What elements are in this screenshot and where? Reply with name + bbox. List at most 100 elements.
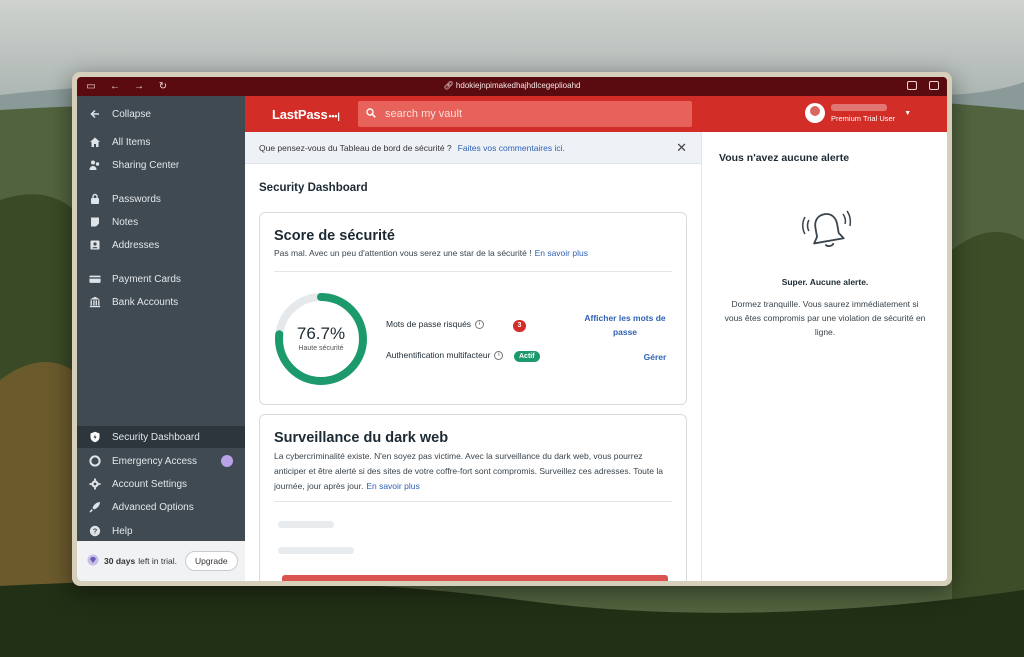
sidebar-item-label: Emergency Access [112, 455, 198, 467]
sidebar-item-label: Payment Cards [112, 273, 181, 285]
note-icon [89, 216, 101, 228]
sidebar-item-account-settings[interactable]: Account Settings [77, 473, 245, 495]
sidebar-item-addresses[interactable]: Addresses [77, 234, 245, 256]
mfa-status-badge: Actif [514, 351, 540, 362]
alerts-panel: Vous n'avez aucune alerte Super. Aucune … [701, 132, 947, 581]
feedback-banner: Que pensez-vous du Tableau de bord de sé… [245, 132, 701, 164]
sidebar-item-help[interactable]: ? Help [77, 520, 245, 542]
collapse-button[interactable]: Collapse [77, 103, 245, 125]
sidebar-item-bank-accounts[interactable]: Bank Accounts [77, 291, 245, 313]
metric-risky-passwords: Mots de passe risqués i [386, 319, 485, 329]
sidebar-item-label: Advanced Options [112, 501, 194, 513]
sidebar-item-advanced-options[interactable]: Advanced Options [77, 496, 245, 518]
browser-titlebar: ▭ ← → ↻ 🔗︎ hdokiejnpimakedhajhdlcegeplio… [77, 77, 947, 96]
search-input[interactable]: search my vault [358, 101, 692, 127]
divider [274, 271, 672, 272]
card-description: Pas mal. Avec un peu d'attention vous se… [274, 246, 588, 261]
user-email-redacted [831, 103, 887, 111]
user-plan: Premium Trial User [831, 113, 896, 123]
divider [274, 501, 672, 502]
sidebar-item-label: Security Dashboard [112, 431, 200, 443]
sidebar-item-label: All Items [112, 136, 151, 148]
arrow-left-icon [89, 108, 101, 120]
lifebuoy-icon [89, 455, 101, 467]
trial-bar: 30 days left in trial. Upgrade [77, 541, 245, 581]
info-icon[interactable]: i [475, 319, 485, 329]
shield-icon [89, 431, 101, 443]
learn-more-link[interactable]: En savoir plus [366, 481, 419, 491]
rocket-icon [89, 501, 101, 513]
sidebar-item-all-items[interactable]: All Items [77, 131, 245, 153]
card-description: La cybercriminalité existe. N'en soyez p… [274, 449, 674, 494]
reader-icon[interactable] [907, 81, 917, 90]
show-passwords-link[interactable]: Afficher les mots de passe [580, 311, 670, 339]
url-text: hdokiejnpimakedhajhdlcegeplioahd [455, 81, 581, 90]
sidebar-item-label: Addresses [112, 239, 160, 251]
app-header: LastPass•••| search my vault Premium Tri… [245, 96, 947, 132]
svg-text:?: ? [93, 527, 98, 536]
sidebar-item-sharing-center[interactable]: Sharing Center [77, 154, 245, 176]
sidebar-item-security-dashboard[interactable]: Security Dashboard [77, 426, 245, 448]
bell-icon [802, 210, 852, 247]
alerts-title: Vous n'avez aucune alerte [719, 152, 850, 164]
metric-mfa: Authentification multifacteur i [386, 350, 504, 360]
card-title: Surveillance du dark web [274, 430, 449, 446]
trial-days: 30 days [104, 556, 136, 566]
sidebar-item-label: Sharing Center [112, 159, 180, 171]
card-title: Score de sécurité [274, 228, 395, 244]
main-content: Que pensez-vous du Tableau de bord de sé… [245, 132, 701, 581]
logo-text: LastPass [272, 107, 328, 122]
address-icon [89, 239, 101, 251]
sharing-icon [89, 159, 101, 171]
search-placeholder: search my vault [385, 108, 463, 120]
alerts-text: Dormez tranquille. Vous saurez immédiate… [724, 299, 926, 337]
risky-count-badge: 3 [513, 320, 526, 332]
metric-label: Authentification multifacteur [386, 350, 491, 360]
monitored-email-redacted [278, 547, 354, 554]
lastpass-logo[interactable]: LastPass•••| [272, 107, 340, 122]
desc-text: Pas mal. Avec un peu d'attention vous se… [274, 248, 532, 258]
feedback-link[interactable]: Faites vos commentaires ici. [458, 143, 565, 153]
page-title: Security Dashboard [259, 182, 368, 194]
score-value: 76.7% [296, 324, 346, 343]
lock-icon [89, 193, 101, 205]
manage-mfa-link[interactable]: Gérer [640, 350, 670, 364]
home-icon [89, 136, 101, 148]
trial-suffix: left in trial. [138, 556, 177, 566]
desc-text: La cybercriminalité existe. N'en soyez p… [274, 451, 663, 491]
chevron-down-icon: ▼ [904, 109, 912, 117]
link-icon: 🔗︎ [443, 81, 456, 90]
collapse-label: Collapse [112, 108, 151, 120]
info-icon[interactable]: i [494, 350, 504, 360]
sidebar-item-payment-cards[interactable]: Payment Cards [77, 268, 245, 290]
sidebar-item-emergency-access[interactable]: Emergency Access [77, 450, 245, 472]
sidebar-item-passwords[interactable]: Passwords [77, 188, 245, 210]
sidebar-item-label: Help [112, 525, 133, 537]
sidebar-item-label: Notes [112, 216, 139, 228]
premium-badge-icon [221, 455, 233, 467]
metric-label: Mots de passe risqués [386, 319, 472, 329]
add-email-button-edge[interactable] [282, 575, 668, 581]
monitored-email-redacted [278, 521, 334, 528]
address-bar[interactable]: 🔗︎ hdokiejnpimakedhajhdlcegeplioahd [77, 81, 947, 90]
close-icon[interactable]: ✕ [676, 141, 687, 154]
gear-icon [89, 478, 101, 490]
security-score-card: Score de sécurité Pas mal. Avec un peu d… [259, 212, 687, 405]
sidebar-item-label: Account Settings [112, 478, 188, 490]
avatar [805, 103, 825, 123]
learn-more-link[interactable]: En savoir plus [535, 248, 588, 258]
banner-text: Que pensez-vous du Tableau de bord de sé… [259, 142, 452, 153]
diamond-icon [87, 554, 99, 568]
sidebar-item-notes[interactable]: Notes [77, 211, 245, 233]
help-icon: ? [89, 525, 101, 537]
split-view-icon[interactable] [929, 81, 939, 90]
bank-icon [89, 296, 101, 308]
logo-dots: •••| [328, 111, 340, 121]
sidebar-item-label: Passwords [112, 193, 161, 205]
sidebar-item-label: Bank Accounts [112, 296, 179, 308]
alerts-subtitle: Super. Aucune alerte. [781, 277, 869, 287]
card-icon [89, 273, 101, 285]
search-icon [366, 107, 376, 121]
upgrade-button[interactable]: Upgrade [184, 551, 238, 571]
user-menu[interactable]: Premium Trial User ▼ [805, 103, 911, 123]
